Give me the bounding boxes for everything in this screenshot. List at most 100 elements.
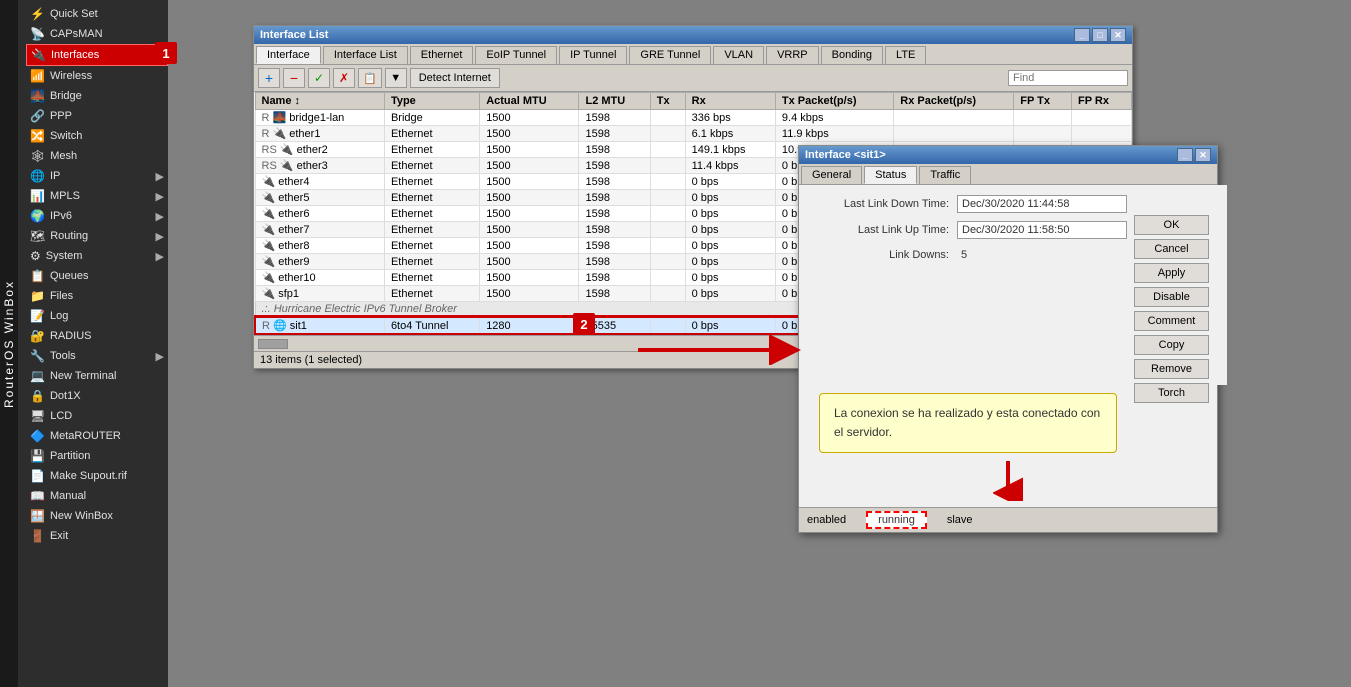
tab-vlan[interactable]: VLAN (713, 46, 764, 64)
comment-button[interactable]: Comment (1134, 311, 1209, 331)
maximize-button[interactable]: □ (1092, 28, 1108, 42)
sidebar-item-new-winbox[interactable]: 🪟 New WinBox (26, 506, 168, 526)
col-l2-mtu[interactable]: L2 MTU (579, 93, 650, 110)
sidebar-item-wireless[interactable]: 📶 Wireless (26, 66, 168, 86)
col-actual-mtu[interactable]: Actual MTU (480, 93, 579, 110)
last-link-down-row: Last Link Down Time: (809, 195, 1127, 213)
metarouter-icon: 🔷 (30, 429, 45, 443)
sidebar-item-radius[interactable]: 🔐 RADIUS (26, 326, 168, 346)
bridge-icon: 🌉 (30, 89, 45, 103)
main-area: Interface List _ □ ✕ Interface Interface… (168, 0, 1351, 687)
col-fp-tx[interactable]: FP Tx (1014, 93, 1072, 110)
sidebar-item-ipv6[interactable]: 🌍 IPv6 ▶ (26, 206, 168, 226)
red-arrow (638, 335, 808, 365)
sidebar-item-queues[interactable]: 📋 Queues (26, 266, 168, 286)
copy-button[interactable]: Copy (1134, 335, 1209, 355)
col-type[interactable]: Type (384, 93, 479, 110)
add-button[interactable]: + (258, 68, 280, 88)
sidebar-item-bridge[interactable]: 🌉 Bridge (26, 86, 168, 106)
find-input[interactable] (1008, 70, 1128, 86)
ip-icon: 🌐 (30, 169, 45, 183)
last-link-down-label: Last Link Down Time: (809, 198, 949, 210)
link-downs-value: 5 (957, 247, 1127, 263)
sidebar-item-dot1x[interactable]: 🔒 Dot1X (26, 386, 168, 406)
last-link-down-value[interactable] (957, 195, 1127, 213)
toolbar: + − ✓ ✗ 📋 ▼ Detect Internet (254, 65, 1132, 92)
sidebar-item-mesh[interactable]: 🕸 Mesh (26, 146, 168, 166)
sidebar-item-switch[interactable]: 🔀 Switch (26, 126, 168, 146)
col-rx-pkt[interactable]: Rx Packet(p/s) (894, 93, 1014, 110)
status-running: running (866, 511, 927, 529)
tab-ip-tunnel[interactable]: IP Tunnel (559, 46, 627, 64)
tab-status[interactable]: Status (864, 166, 917, 184)
window-controls: _ □ ✕ (1074, 28, 1126, 42)
capsman-icon: 📡 (30, 27, 45, 41)
interfaces-icon: 🔌 (31, 48, 46, 62)
sidebar-item-ppp[interactable]: 🔗 PPP (26, 106, 168, 126)
filter-icon: ▼ (390, 72, 401, 84)
detail-minimize-button[interactable]: _ (1177, 148, 1193, 162)
terminal-icon: 💻 (30, 369, 45, 383)
col-tx-pkt[interactable]: Tx Packet(p/s) (775, 93, 893, 110)
sidebar-item-system[interactable]: ⚙ System ▶ (26, 246, 168, 266)
col-fp-rx[interactable]: FP Rx (1072, 93, 1132, 110)
sidebar-item-log[interactable]: 📝 Log (26, 306, 168, 326)
tab-vrrp[interactable]: VRRP (766, 46, 819, 64)
sidebar-item-ip[interactable]: 🌐 IP ▶ (26, 166, 168, 186)
cancel-button[interactable]: Cancel (1134, 239, 1209, 259)
tab-bonding[interactable]: Bonding (821, 46, 883, 64)
sidebar-item-quick-set[interactable]: ⚡ Quick Set (26, 4, 168, 24)
sidebar-item-lcd[interactable]: 🖥 LCD (26, 406, 168, 426)
horizontal-scrollbar[interactable] (258, 339, 288, 349)
exit-icon: 🚪 (30, 529, 45, 543)
col-tx[interactable]: Tx (650, 93, 685, 110)
detail-window-controls: _ ✕ (1177, 148, 1211, 162)
remove-toolbar-button[interactable]: − (283, 68, 305, 88)
disable-toolbar-button[interactable]: ✗ (333, 68, 355, 88)
detail-close-button[interactable]: ✕ (1195, 148, 1211, 162)
close-button[interactable]: ✕ (1110, 28, 1126, 42)
sidebar-item-files[interactable]: 📁 Files (26, 286, 168, 306)
tab-interface[interactable]: Interface (256, 46, 321, 64)
dot1x-icon: 🔒 (30, 389, 45, 403)
connection-tooltip: La conexion se ha realizado y esta conec… (819, 393, 1117, 453)
wireless-icon: 📶 (30, 69, 45, 83)
interface-detail-window: Interface <sit1> _ ✕ General Status Traf… (798, 145, 1218, 533)
remove-icon: − (290, 70, 298, 86)
tab-ethernet[interactable]: Ethernet (410, 46, 474, 64)
enable-button[interactable]: ✓ (308, 68, 330, 88)
table-row[interactable]: R 🔌 ether1 Ethernet150015986.1 kbps11.9 … (255, 126, 1131, 142)
tab-traffic[interactable]: Traffic (919, 166, 971, 184)
copy-toolbar-button[interactable]: 📋 (358, 68, 382, 88)
col-rx[interactable]: Rx (685, 93, 775, 110)
supout-icon: 📄 (30, 469, 45, 483)
remove-button[interactable]: Remove (1134, 359, 1209, 379)
tab-general[interactable]: General (801, 166, 862, 184)
tab-interface-list[interactable]: Interface List (323, 46, 408, 64)
detect-internet-button[interactable]: Detect Internet (410, 68, 500, 88)
tab-eoip-tunnel[interactable]: EoIP Tunnel (475, 46, 557, 64)
tab-gre-tunnel[interactable]: GRE Tunnel (629, 46, 711, 64)
minimize-button[interactable]: _ (1074, 28, 1090, 42)
sidebar-item-interfaces[interactable]: 🔌 Interfaces (26, 44, 168, 66)
sidebar-item-capsman[interactable]: 📡 CAPsMAN (26, 24, 168, 44)
sidebar-item-tools[interactable]: 🔧 Tools ▶ (26, 346, 168, 366)
disable-button[interactable]: Disable (1134, 287, 1209, 307)
sidebar-item-new-terminal[interactable]: 💻 New Terminal (26, 366, 168, 386)
torch-button[interactable]: Torch (1134, 383, 1209, 403)
ok-button[interactable]: OK (1134, 215, 1209, 235)
sidebar-item-exit[interactable]: 🚪 Exit (26, 526, 168, 546)
last-link-up-value[interactable] (957, 221, 1127, 239)
filter-button[interactable]: ▼ (385, 68, 407, 88)
sidebar-item-manual[interactable]: 📖 Manual (26, 486, 168, 506)
apply-button[interactable]: Apply (1134, 263, 1209, 283)
sidebar-item-metarouter[interactable]: 🔷 MetaROUTER (26, 426, 168, 446)
manual-icon: 📖 (30, 489, 45, 503)
table-row[interactable]: R 🌉 bridge1-lan Bridge15001598336 bps9.4… (255, 110, 1131, 126)
sidebar-item-make-supout[interactable]: 📄 Make Supout.rif (26, 466, 168, 486)
sidebar-item-routing[interactable]: 🗺 Routing ▶ (26, 226, 168, 246)
sidebar-item-mpls[interactable]: 📊 MPLS ▶ (26, 186, 168, 206)
tab-lte[interactable]: LTE (885, 46, 926, 64)
sidebar-item-partition[interactable]: 💾 Partition (26, 446, 168, 466)
col-name[interactable]: Name ↕ (255, 93, 384, 110)
